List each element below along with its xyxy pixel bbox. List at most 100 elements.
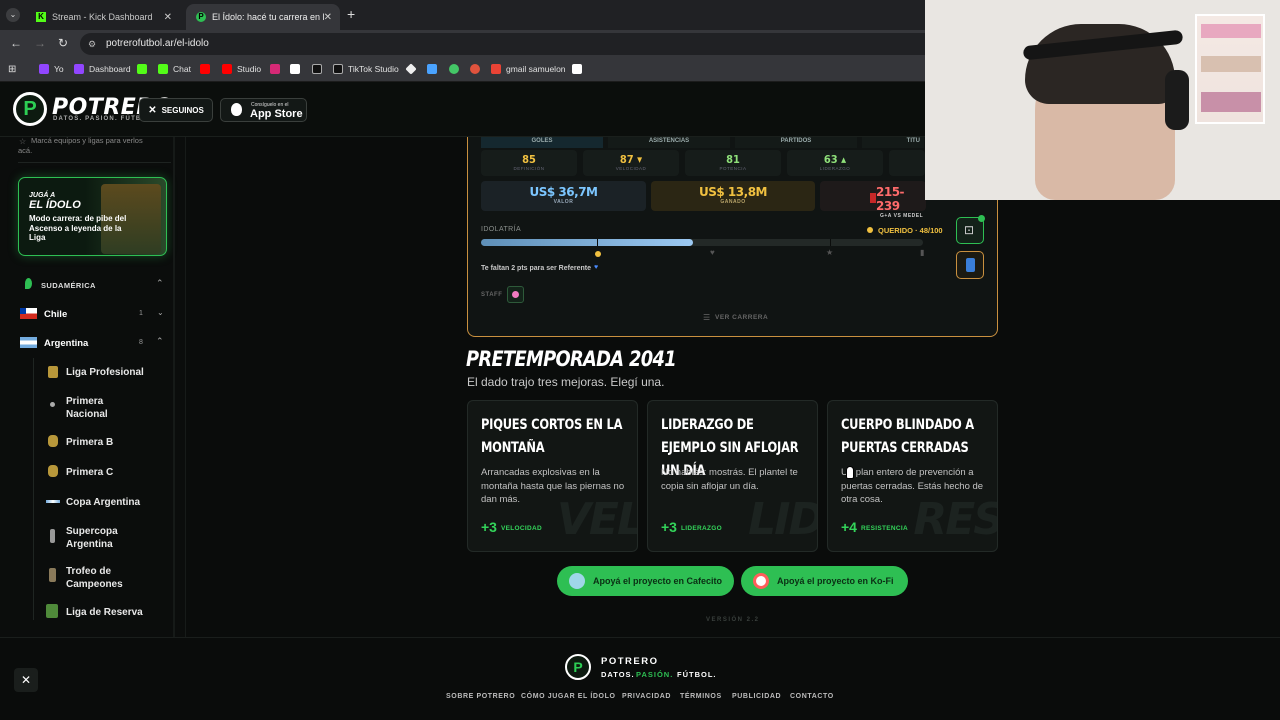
cart-icon: ⊡ [964, 223, 975, 237]
chevron-up-icon[interactable]: ⌃ [156, 278, 164, 289]
tab-kick-dashboard[interactable]: K Stream - Kick Dashboard ✕ [26, 4, 180, 30]
apps-grid-icon[interactable]: ⊞ [8, 64, 16, 75]
primera-c-icon [48, 465, 58, 477]
follow-button[interactable]: ✕ SEGUINOS [139, 98, 213, 122]
option-bonus: +3 VELOCIDAD [481, 519, 542, 535]
gemini-icon [427, 64, 437, 74]
bookmark-ext-2[interactable] [427, 64, 442, 74]
kick-icon [137, 64, 147, 74]
tab-el-idolo[interactable]: P El Ídolo: hacé tu carrera en la Li ✕ [186, 4, 340, 30]
option-card-liderazgo[interactable]: LID LIDERAZGO DE EJEMPLO SIN AFLOJAR UN … [647, 400, 818, 552]
staff-brain-icon[interactable] [507, 286, 524, 303]
webcam-shelf-image [1195, 14, 1265, 124]
footer-link-contacto[interactable]: CONTACTO [790, 693, 834, 700]
x-close-button[interactable]: ✕ [14, 668, 38, 692]
shop-button[interactable]: ⊡ [956, 215, 985, 244]
country-chile[interactable]: Chile [44, 309, 67, 320]
country-count: 1 [139, 310, 143, 317]
tab-title: Stream - Kick Dashboard [52, 12, 153, 22]
league-supercopa-argentina[interactable]: Supercopa Argentina [66, 525, 136, 551]
kick-icon: K [36, 12, 46, 22]
bookmark-instagram[interactable] [270, 64, 285, 74]
option-bonus: +3 LIDERAZGO [661, 519, 722, 535]
x-icon: ✕ [20, 673, 32, 687]
league-primera-b[interactable]: Primera B [66, 436, 113, 449]
sidebar-scrollbar[interactable] [173, 137, 175, 637]
footer-link-terminos[interactable]: TÉRMINOS [680, 693, 722, 700]
bookmark-ext-1[interactable] [405, 63, 421, 75]
attr-velocidad: 87 ▾ VELOCIDAD [583, 150, 679, 176]
trofeo-icon [49, 568, 56, 582]
heart-icon [867, 227, 873, 233]
league-copa-argentina[interactable]: Copa Argentina [66, 496, 140, 509]
new-tab-icon[interactable]: + [347, 6, 355, 22]
bookmark-dashboard[interactable]: Dashboard [74, 64, 131, 74]
bookmark-tiktok-studio[interactable]: TikTok Studio [333, 64, 399, 74]
league-primera-nacional[interactable]: Primera Nacional [66, 395, 126, 421]
region-sudamerica[interactable]: SUDAMÉRICA [41, 281, 96, 290]
cafecito-button[interactable]: Apoyá el proyecto en Cafecito [557, 566, 734, 596]
reload-icon[interactable]: ↻ [58, 36, 68, 50]
potrero-logo-icon[interactable]: P [13, 92, 47, 126]
footer-logo-icon[interactable]: P [565, 654, 591, 680]
bookmark-tiktok[interactable] [312, 64, 327, 74]
kofi-icon [753, 573, 769, 589]
close-icon[interactable]: ✕ [324, 12, 332, 23]
diamond-icon [405, 63, 417, 75]
attr-liderazgo: 63 ▴ LIDERAZGO [787, 150, 883, 176]
list-icon: ☰ [703, 313, 711, 322]
bookmark-ext-5[interactable] [572, 64, 587, 74]
footer-link-como-jugar[interactable]: CÓMO JUGAR EL ÍDOLO [521, 693, 616, 700]
bookmark-x[interactable] [290, 64, 305, 74]
league-primera-c[interactable]: Primera C [66, 466, 113, 479]
milestone-trophy-icon: ▮ [920, 248, 925, 257]
tab-search-icon[interactable]: ⌄ [6, 8, 20, 22]
kofi-button[interactable]: Apoyá el proyecto en Ko-Fi [741, 566, 908, 596]
potrero-favicon-icon: P [196, 12, 206, 22]
forward-icon[interactable]: → [34, 36, 46, 50]
league-trofeo-de-campeones[interactable]: Trofeo de Campeones [66, 565, 136, 591]
stat-tab-titulos[interactable]: TITU [862, 137, 924, 148]
tiktok-icon [312, 64, 322, 74]
idolatria-status: QUERIDO · 48/100 [878, 226, 943, 235]
bookmark-ext-4[interactable] [470, 64, 485, 74]
backpack-icon [966, 258, 975, 272]
country-argentina[interactable]: Argentina [44, 338, 88, 349]
flag-chile-icon [20, 308, 37, 319]
bookmark-chat[interactable]: Chat [158, 64, 191, 74]
extension-icon [449, 64, 459, 74]
bookmark-yo[interactable]: Yo [39, 64, 64, 74]
site-info-icon[interactable]: ⚙ [88, 33, 96, 55]
ver-carrera-link[interactable]: VER CARRERA [715, 314, 768, 321]
option-card-velocidad[interactable]: VEL PIQUES CORTOS EN LA MONTAÑA Arrancad… [467, 400, 638, 552]
kick-icon [158, 64, 168, 74]
stat-tab-partidos[interactable]: PARTIDOS [735, 137, 857, 148]
app-store-button[interactable]: Consíguelo en el App Store [220, 98, 307, 122]
copa-argentina-icon [46, 500, 60, 503]
address-bar[interactable]: ⚙ potrerofutbol.ar/el-idolo [80, 33, 940, 55]
footer-link-sobre[interactable]: SOBRE POTRERO [446, 693, 515, 700]
stat-tab-goles[interactable]: GOLES [481, 137, 603, 148]
footer-link-publicidad[interactable]: PUBLICIDAD [732, 693, 781, 700]
bookmark-studio[interactable]: Studio [222, 64, 261, 74]
close-icon[interactable]: ✕ [164, 12, 172, 23]
league-liga-profesional[interactable]: Liga Profesional [66, 366, 144, 379]
progress-marker [597, 239, 598, 246]
bookmark-ext-3[interactable] [449, 64, 464, 74]
chevron-up-icon[interactable]: ⌃ [156, 336, 164, 347]
back-icon[interactable]: ← [10, 36, 22, 50]
inventory-button[interactable] [956, 251, 984, 279]
promo-card-el-idolo[interactable]: JUGÁ A EL ÍDOLO Modo carrera: de pibe de… [18, 177, 167, 256]
bookmark-gmail[interactable]: gmail samuelon [491, 64, 566, 74]
footer-link-privacidad[interactable]: PRIVACIDAD [622, 693, 671, 700]
stat-tab-asistencias[interactable]: ASISTENCIAS [608, 137, 730, 148]
attr-potencia: 81 POTENCIA [685, 150, 781, 176]
bookmark-youtube[interactable] [200, 64, 215, 74]
bookmark-kick[interactable] [137, 64, 152, 74]
webcam-overlay [925, 0, 1280, 200]
x-icon [290, 64, 300, 74]
footer-tag-datos: DATOS. [601, 670, 635, 679]
option-title: CUERPO BLINDADO A PUERTAS CERRADAS [841, 417, 974, 456]
chevron-down-icon[interactable]: ⌄ [157, 308, 164, 317]
league-liga-de-reserva[interactable]: Liga de Reserva [66, 606, 143, 619]
